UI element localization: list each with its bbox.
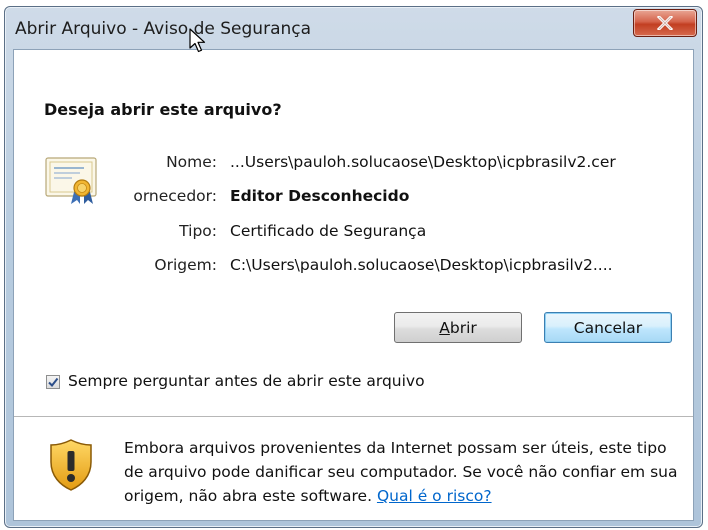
warning-line-3: origem, não abra este software. Qual é o… xyxy=(124,484,696,508)
field-label-name: Nome: xyxy=(166,153,217,171)
open-button-accelerator: A xyxy=(439,318,450,337)
always-ask-checkbox[interactable] xyxy=(46,375,60,389)
close-icon xyxy=(657,16,673,30)
dialog-body: Deseja abrir este arquivo? Nome: ...User… xyxy=(13,49,694,521)
security-warning-text: Embora arquivos provenientes da Internet… xyxy=(124,436,696,508)
cancel-button-label: Cancelar xyxy=(573,318,643,337)
field-value-publisher: Editor Desconhecido xyxy=(230,187,410,205)
field-value-origin: C:\Users\pauloh.solucaose\Desktop\icpbra… xyxy=(230,256,613,274)
warning-line-1: Embora arquivos provenientes da Internet… xyxy=(124,439,667,457)
close-button[interactable] xyxy=(633,9,697,37)
mouse-cursor-icon xyxy=(189,28,207,58)
field-label-type: Tipo: xyxy=(179,222,217,240)
shield-warning-icon xyxy=(48,438,94,496)
certificate-icon xyxy=(44,156,100,210)
dialog-heading: Deseja abrir este arquivo? xyxy=(44,100,282,119)
field-value-type: Certificado de Segurança xyxy=(230,222,427,240)
always-ask-label[interactable]: Sempre perguntar antes de abrir este arq… xyxy=(68,372,425,390)
field-label-publisher: ornecedor: xyxy=(133,187,217,205)
open-button-label: brir xyxy=(449,318,477,337)
checkmark-icon xyxy=(48,377,59,388)
cancel-button[interactable]: Cancelar xyxy=(544,312,672,343)
warning-line-2: de arquivo pode danificar seu computador… xyxy=(124,463,678,481)
window-title: Abrir Arquivo - Aviso de Segurança xyxy=(15,19,312,39)
field-value-name: ...Users\pauloh.solucaose\Desktop\icpbra… xyxy=(230,153,616,171)
dialog-window: Abrir Arquivo - Aviso de Segurança Desej… xyxy=(4,6,703,528)
title-bar[interactable]: Abrir Arquivo - Aviso de Segurança xyxy=(5,7,702,47)
risk-info-link[interactable]: Qual é o risco? xyxy=(377,487,492,505)
divider-highlight xyxy=(14,417,693,418)
warning-line-3-text: origem, não abra este software. xyxy=(124,487,377,505)
open-button[interactable]: Abrir xyxy=(394,312,522,343)
field-label-origin: Origem: xyxy=(154,256,217,274)
